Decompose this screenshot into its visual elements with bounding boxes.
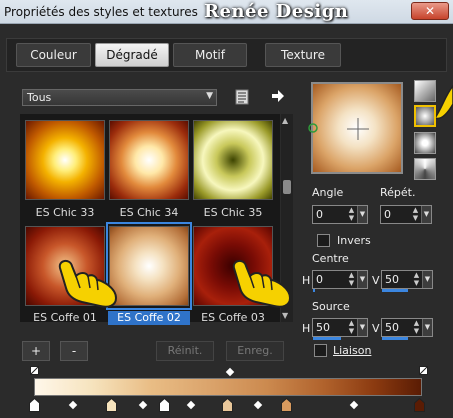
tab-motif[interactable]: Motif [173, 43, 247, 67]
chevron-down-icon: ▼ [206, 91, 213, 101]
color-stop-icon[interactable] [414, 398, 425, 412]
angle-value: 0 [316, 208, 323, 221]
source-v-value: 50 [385, 321, 399, 334]
color-stop-icon[interactable] [106, 398, 117, 412]
chevron-down-icon[interactable]: ▼ [357, 271, 367, 288]
color-stop-icon[interactable] [281, 398, 292, 412]
scroll-up-icon[interactable]: ▲ [282, 116, 288, 125]
color-midpoint[interactable] [349, 400, 359, 410]
category-value: Tous [27, 91, 52, 104]
centre-v-label: V [372, 274, 380, 287]
gradient-label[interactable]: ES Chic 35 [192, 206, 274, 220]
chevron-down-icon[interactable]: ▼ [357, 206, 367, 223]
chevron-down-icon[interactable]: ▼ [421, 206, 431, 223]
scroll-thumb[interactable] [283, 180, 291, 194]
close-button[interactable]: ✕ [411, 2, 449, 20]
tab-bar: Couleur Dégradé Motif Texture [6, 38, 447, 72]
chevron-down-icon[interactable]: ▼ [357, 319, 367, 336]
arrow-right-icon[interactable] [271, 88, 285, 104]
source-label: Source [312, 300, 350, 313]
gradient-swatch[interactable] [109, 120, 189, 200]
centre-h-slider[interactable] [313, 289, 315, 292]
radial-type-button[interactable] [414, 158, 436, 180]
spinner-icon[interactable]: ▲ ▼ [412, 319, 421, 336]
link-label[interactable]: Liaison [333, 344, 371, 357]
spinner-icon[interactable]: ▲ ▼ [347, 206, 356, 223]
source-h-slider[interactable] [313, 337, 341, 340]
remove-stop-button[interactable]: - [60, 341, 88, 361]
invert-label[interactable]: Invers [337, 234, 371, 247]
pointing-hand-icon [58, 260, 118, 308]
centre-h-value: 0 [316, 273, 323, 286]
repeat-value: 0 [384, 208, 391, 221]
spinner-icon[interactable]: ▲ ▼ [412, 271, 421, 288]
repeat-field[interactable]: 0 ▲ ▼ ▼ [380, 205, 432, 224]
pointing-hand-icon [232, 260, 292, 308]
centre-v-field[interactable]: 50 ▲ ▼ ▼ [381, 270, 433, 292]
spinner-icon[interactable]: ▲ ▼ [347, 319, 356, 336]
source-v-slider[interactable] [382, 337, 408, 340]
gradient-label[interactable]: ES Chic 34 [108, 206, 190, 220]
spinner-icon[interactable]: ▲ ▼ [411, 206, 420, 223]
rectangular-type-button[interactable] [414, 105, 436, 127]
color-midpoint[interactable] [68, 400, 78, 410]
color-stop-icon[interactable] [159, 398, 170, 412]
opacity-stop-icon[interactable] [30, 366, 39, 375]
link-checkbox[interactable] [314, 344, 327, 357]
source-h-label: H [302, 322, 311, 335]
opacity-stop-icon[interactable] [419, 366, 428, 375]
angle-label: Angle [312, 186, 344, 199]
source-h-value: 50 [316, 321, 330, 334]
chevron-down-icon[interactable]: ▼ [422, 271, 432, 288]
angle-field[interactable]: 0 ▲ ▼ ▼ [312, 205, 368, 224]
tab-couleur[interactable]: Couleur [16, 43, 91, 67]
source-v-field[interactable]: 50 ▲ ▼ ▼ [381, 318, 433, 340]
reset-button[interactable]: Réinit. [156, 341, 214, 361]
centre-v-value: 50 [385, 273, 399, 286]
handle-icon[interactable] [307, 122, 319, 134]
window-title: Propriétés des styles et textures [4, 5, 198, 19]
category-select[interactable]: Tous ▼ [22, 89, 217, 106]
opacity-midpoint[interactable] [225, 367, 235, 377]
gradient-label[interactable]: ES Chic 33 [24, 206, 106, 220]
centre-label: Centre [312, 252, 349, 265]
gradient-swatch[interactable] [109, 226, 189, 306]
scroll-down-icon[interactable]: ▼ [282, 311, 288, 320]
color-stop-icon[interactable] [29, 398, 40, 412]
watermark-logo: Renée Design [204, 1, 349, 22]
gradient-preview[interactable] [308, 82, 403, 174]
add-stop-button[interactable]: + [22, 341, 50, 361]
invert-checkbox[interactable] [317, 234, 330, 247]
color-stop-icon[interactable] [222, 398, 233, 412]
list-icon[interactable] [235, 89, 249, 105]
centre-v-slider[interactable] [382, 289, 408, 292]
crosshair-icon[interactable] [347, 118, 369, 140]
color-midpoint[interactable] [253, 400, 263, 410]
tab-degrade[interactable]: Dégradé [95, 43, 169, 67]
gradient-label[interactable]: ES Coffe 03 [192, 311, 274, 325]
gradient-bar[interactable] [34, 378, 422, 396]
save-button[interactable]: Enreg. [226, 341, 284, 361]
color-midpoint[interactable] [186, 400, 196, 410]
gradient-label[interactable]: ES Coffe 02 [108, 311, 190, 325]
gradient-label[interactable]: ES Coffe 01 [24, 311, 106, 325]
spinner-icon[interactable]: ▲ ▼ [347, 271, 356, 288]
centre-h-label: H [302, 274, 311, 287]
source-h-field[interactable]: 50 ▲ ▼ ▼ [312, 318, 368, 340]
centre-h-field[interactable]: 0 ▲ ▼ ▼ [312, 270, 368, 292]
title-bar: Propriétés des styles et textures Renée … [0, 0, 453, 24]
color-midpoint[interactable] [138, 400, 148, 410]
tab-texture[interactable]: Texture [265, 43, 341, 67]
sunburst-type-button[interactable] [414, 132, 436, 154]
gradient-swatch[interactable] [25, 120, 105, 200]
chevron-down-icon[interactable]: ▼ [422, 319, 432, 336]
linear-type-button[interactable] [414, 80, 436, 102]
gradient-swatch[interactable] [193, 120, 273, 200]
source-v-label: V [372, 322, 380, 335]
repeat-label: Répét. [380, 186, 416, 199]
